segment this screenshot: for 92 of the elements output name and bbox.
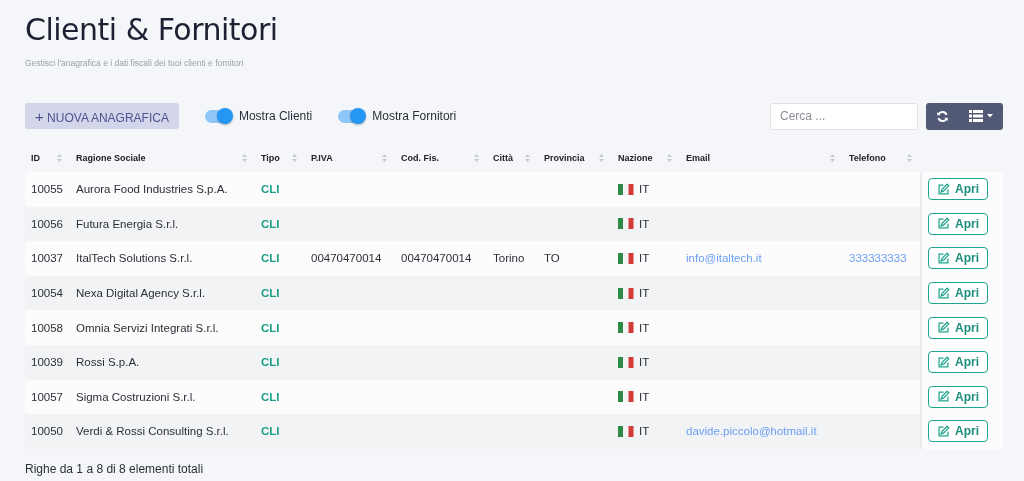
table-cell: IT [639, 321, 650, 334]
table-cell-text: 10057 [30, 390, 64, 403]
open-button[interactable]: Apri [928, 212, 988, 235]
table-cell-text: Futura Energia S.r.l. [75, 217, 180, 230]
table-cell-text: CLI [260, 217, 281, 230]
edit-icon [937, 321, 950, 335]
email-link[interactable]: info@italtech.it [686, 252, 762, 265]
table-cell-text: Rossi S.p.A. [75, 356, 141, 369]
open-button[interactable]: Apri [928, 282, 988, 305]
flag-icon [618, 183, 634, 195]
table-cell: IT [639, 287, 650, 300]
refresh-icon [936, 109, 949, 123]
column-header[interactable]: Cod. Fis. [401, 153, 439, 163]
toggle-switch[interactable] [204, 109, 231, 123]
open-button[interactable]: Apri [928, 247, 988, 270]
table-cell: IT [639, 356, 650, 369]
edit-icon [937, 182, 950, 196]
list-caret-icon [969, 110, 993, 122]
table-cell-text: CLI [260, 356, 281, 369]
column-header[interactable]: Email [686, 153, 710, 163]
sort-icon[interactable] [599, 154, 604, 162]
open-button[interactable]: Apri [928, 351, 988, 374]
flag-icon [618, 356, 634, 368]
table-cell-text: Sigma Costruzioni S.r.l. [75, 390, 197, 403]
edit-icon [937, 217, 950, 231]
toggle-label: Mostra Fornitori [372, 109, 457, 123]
edit-icon [937, 355, 950, 369]
sort-icon[interactable] [242, 154, 247, 162]
table-cell-text: CLI [260, 321, 281, 334]
table-cell-text: Nexa Digital Agency S.r.l. [75, 287, 207, 300]
sort-icon[interactable] [667, 154, 672, 162]
edit-icon [937, 390, 950, 404]
toggle-switch[interactable] [338, 109, 365, 123]
page-title: Clienti & Fornitori [25, 12, 279, 48]
column-header[interactable]: Telefono [849, 153, 886, 163]
flag-icon [618, 391, 634, 403]
sort-icon[interactable] [474, 154, 479, 162]
column-header[interactable]: Città [493, 153, 513, 163]
open-button[interactable]: Apri [928, 316, 988, 339]
table-cell: 00470470014 [311, 252, 382, 265]
table-cell: 00470470014 [401, 252, 472, 265]
table-cell-text: 10037 [30, 252, 64, 265]
pagination-info: Righe da 1 a 8 di 8 elementi totali [25, 461, 205, 476]
edit-icon [937, 252, 950, 265]
column-header[interactable]: Nazione [618, 153, 653, 163]
edit-icon [937, 286, 950, 300]
sort-icon[interactable] [292, 154, 297, 162]
sort-icon[interactable] [525, 154, 530, 162]
flag-icon [618, 425, 634, 437]
open-button[interactable]: Apri [928, 420, 988, 443]
sort-icon[interactable] [57, 154, 62, 162]
table-cell-text: Aurora Food Industries S.p.A. [75, 183, 229, 196]
table-cell-text: 10058 [30, 321, 64, 334]
table-cell-text: ItalTech Solutions S.r.l. [75, 252, 194, 265]
table-cell-text: CLI [260, 183, 281, 196]
toggle-label: Mostra Clienti [238, 109, 313, 123]
table-cell-text: Verdi & Rossi Consulting S.r.l. [75, 425, 230, 438]
new-record-button[interactable]: + NUOVA ANAGRAFICA [25, 103, 179, 129]
open-button[interactable]: Apri [928, 385, 988, 408]
search-field[interactable]: Cerca ... [770, 102, 918, 130]
column-header[interactable]: ID [31, 153, 40, 163]
table-cell: Torino [493, 252, 525, 265]
table-cell-text: CLI [260, 287, 281, 300]
table-cell-text: 10056 [30, 217, 64, 230]
sort-icon[interactable] [830, 154, 835, 162]
table-cell: TO [544, 252, 560, 265]
table-cell-text: Omnia Servizi Integrati S.r.l. [75, 321, 220, 334]
flag-icon [618, 322, 634, 334]
table-cell: IT [639, 217, 650, 230]
column-header[interactable]: Provincia [544, 153, 585, 163]
flag-icon [618, 287, 634, 299]
table-cell: IT [639, 390, 650, 403]
flag-icon [618, 253, 634, 264]
table-cell-text: 10054 [30, 287, 64, 300]
edit-icon [937, 424, 950, 438]
table-cell: IT [639, 252, 650, 265]
table-cell: IT [639, 183, 650, 196]
open-button[interactable]: Apri [928, 178, 988, 201]
table-cell-text: 10055 [30, 183, 64, 196]
column-header[interactable]: Ragione Sociale [76, 153, 146, 163]
sort-icon[interactable] [907, 154, 912, 162]
column-header[interactable]: Tipo [261, 153, 280, 163]
table-cell-text: 10050 [30, 425, 64, 438]
flag-icon [618, 218, 634, 230]
table-cell-text: CLI [260, 390, 281, 403]
table-cell-text: CLI [260, 252, 281, 265]
phone-link[interactable]: 333333333 [849, 252, 907, 265]
table-cell-text: 10039 [30, 356, 64, 369]
column-header[interactable]: P.IVA [311, 153, 333, 163]
table-cell: IT [639, 425, 650, 438]
sort-icon[interactable] [382, 154, 387, 162]
table-cell-text: CLI [260, 425, 281, 438]
